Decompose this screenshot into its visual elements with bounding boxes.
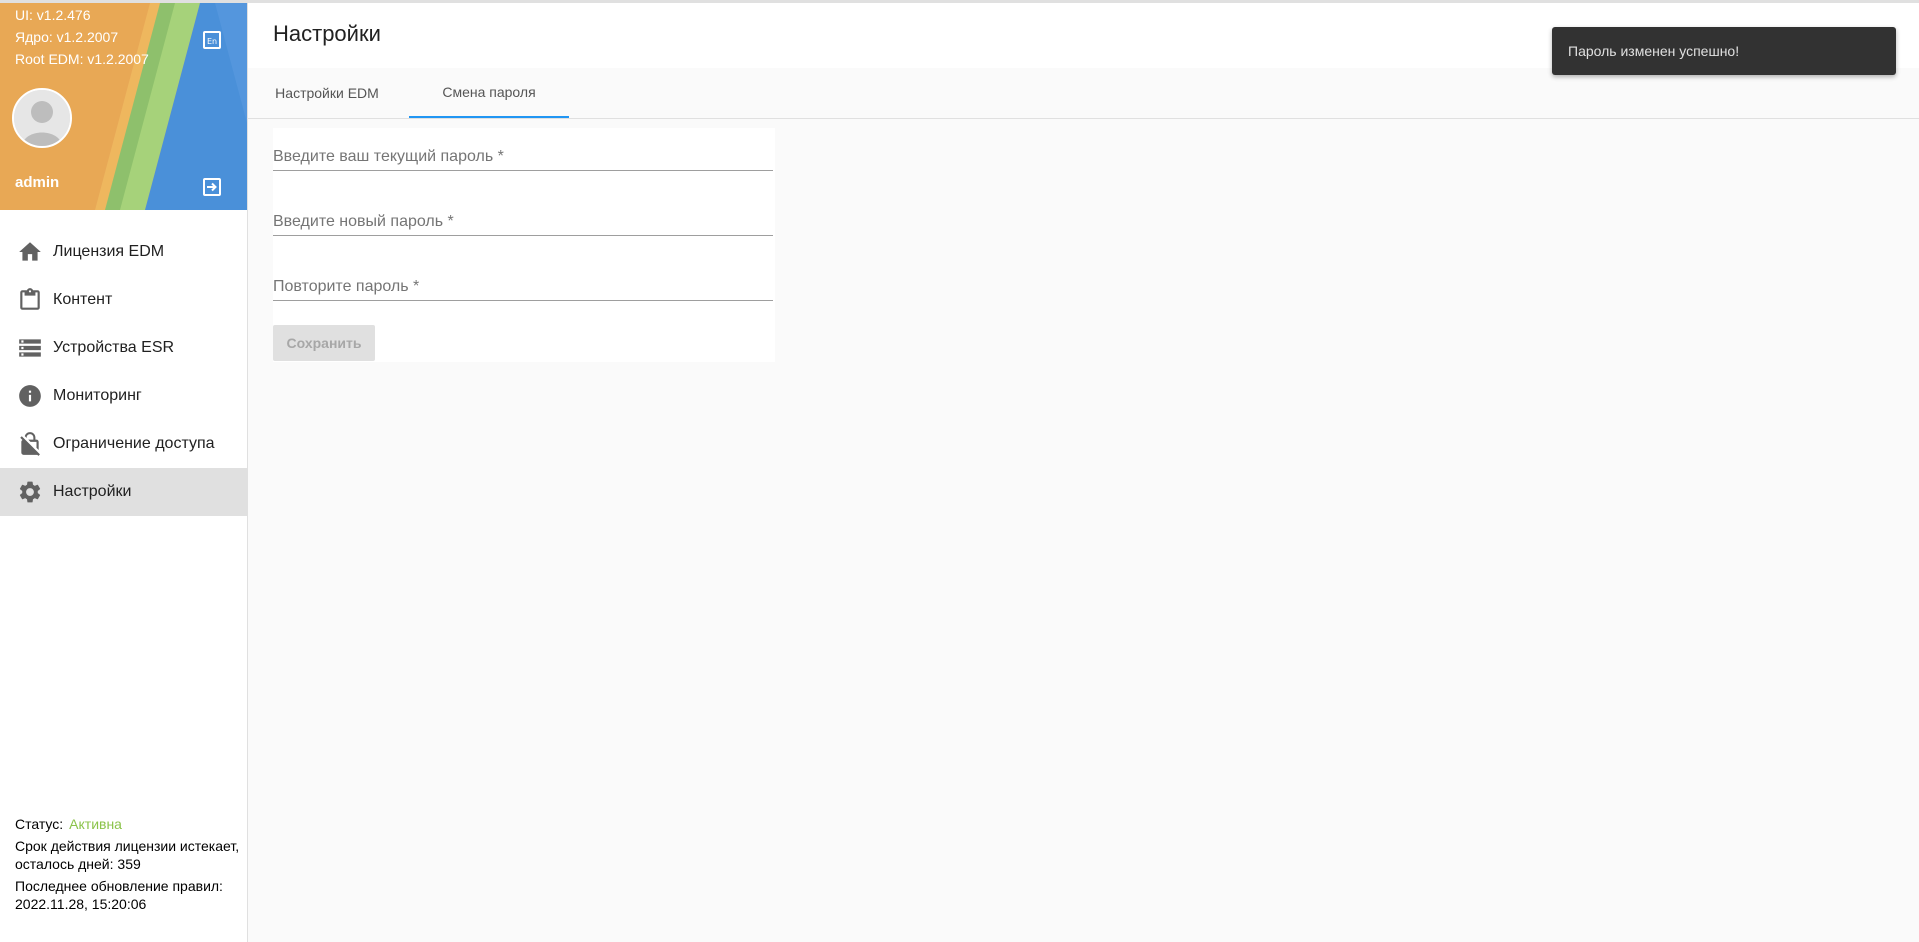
- new-password-field[interactable]: [273, 213, 773, 231]
- sidebar-item-label: Настройки: [53, 483, 132, 500]
- current-password-field[interactable]: [273, 148, 773, 166]
- storage-list-icon: [16, 334, 44, 362]
- tab-edm-settings[interactable]: Настройки EDM: [262, 68, 392, 118]
- sidebar-item-label: Контент: [53, 291, 113, 308]
- sidebar-item-label: Лицензия EDM: [53, 243, 165, 260]
- sidebar-item-license[interactable]: Лицензия EDM: [0, 228, 247, 276]
- lock-off-icon: [16, 430, 44, 458]
- license-expiry-text: Срок действия лицензии истекает, осталос…: [15, 838, 240, 872]
- username: admin: [15, 174, 60, 191]
- language-icon[interactable]: En: [201, 29, 223, 51]
- current-password-field-wrapper: [273, 128, 773, 171]
- status-badge: Активна: [69, 816, 122, 832]
- avatar: [12, 88, 72, 148]
- logout-icon[interactable]: [201, 176, 223, 198]
- rules-update-text: Последнее обновление правил: 2022.11.28,…: [15, 878, 223, 912]
- sidebar-item-label: Устройства ESR: [53, 339, 175, 356]
- clipboard-icon: [16, 286, 44, 314]
- main-content: Настройки Настройки EDM Смена пароля Сох…: [248, 3, 1919, 942]
- license-info: Статус: Активна Срок действия лицензии ис…: [15, 815, 240, 917]
- info-icon: [16, 382, 44, 410]
- core-version: Ядро: v1.2.2007: [15, 29, 119, 45]
- sidebar-item-monitoring[interactable]: Мониторинг: [0, 372, 247, 420]
- svg-text:En: En: [207, 37, 217, 46]
- success-toast: Пароль изменен успешно!: [1552, 27, 1896, 75]
- root-edm-version: Root EDM: v1.2.2007: [15, 51, 149, 67]
- sidebar: UI: v1.2.476 Ядро: v1.2.2007 Root EDM: v…: [0, 3, 248, 942]
- sidebar-item-content[interactable]: Контент: [0, 276, 247, 324]
- repeat-password-field-wrapper: [273, 258, 773, 301]
- page-title: Настройки: [273, 21, 381, 46]
- sidebar-header: UI: v1.2.476 Ядро: v1.2.2007 Root EDM: v…: [0, 3, 247, 210]
- new-password-field-wrapper: [273, 193, 773, 236]
- save-button[interactable]: Сохранить: [273, 325, 375, 361]
- sidebar-item-label: Ограничение доступа: [53, 435, 215, 452]
- change-password-form: Сохранить: [273, 128, 775, 362]
- status-row: Статус: Активна: [15, 815, 240, 833]
- sidebar-nav: Лицензия EDM Контент Устройства ESR Мони…: [0, 228, 247, 516]
- sidebar-item-esr-devices[interactable]: Устройства ESR: [0, 324, 247, 372]
- tab-bar: Настройки EDM Смена пароля: [248, 68, 1919, 119]
- status-label: Статус:: [15, 816, 64, 832]
- sidebar-item-settings[interactable]: Настройки: [0, 468, 247, 516]
- ui-version: UI: v1.2.476: [15, 7, 91, 23]
- sidebar-item-label: Мониторинг: [53, 387, 142, 404]
- app-window: UI: v1.2.476 Ядро: v1.2.2007 Root EDM: v…: [0, 0, 1919, 942]
- home-icon: [16, 238, 44, 266]
- tab-change-password[interactable]: Смена пароля: [409, 68, 569, 118]
- gear-icon: [16, 478, 44, 506]
- sidebar-item-access-restriction[interactable]: Ограничение доступа: [0, 420, 247, 468]
- repeat-password-field[interactable]: [273, 278, 773, 296]
